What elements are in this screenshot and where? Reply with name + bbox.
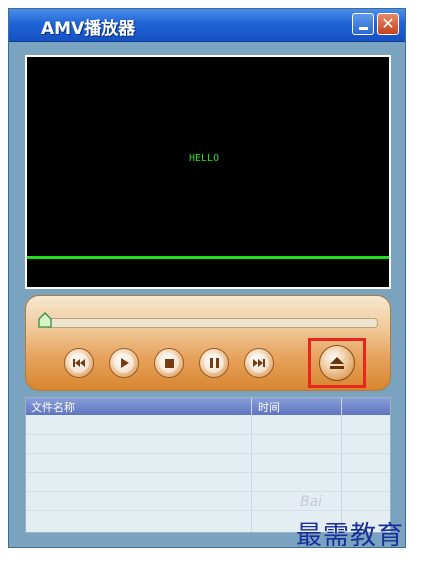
pause-button[interactable] [199, 348, 229, 378]
playlist-panel[interactable]: 文件名称 时间 [25, 397, 391, 533]
video-display[interactable]: HELLO [25, 55, 391, 289]
pause-icon [209, 358, 219, 368]
table-row [26, 472, 390, 473]
watermark-text: 最需教育 [296, 521, 405, 551]
seek-handle[interactable] [38, 312, 52, 328]
eject-icon [330, 357, 344, 369]
table-row [26, 491, 390, 492]
control-panel [25, 295, 391, 391]
window-title: AMV播放器 [41, 19, 136, 39]
table-row [26, 434, 390, 435]
table-row [26, 510, 390, 511]
column-divider [341, 398, 342, 532]
close-icon: ✕ [381, 14, 395, 33]
previous-button[interactable] [64, 348, 94, 378]
playlist-header: 文件名称 时间 [26, 398, 390, 415]
column-divider [251, 398, 252, 532]
player-window: AMV播放器 ✕ HELLO 文件名称 时间 [8, 8, 406, 548]
video-progress-line [27, 256, 389, 259]
next-button[interactable] [244, 348, 274, 378]
stop-button[interactable] [154, 348, 184, 378]
eject-highlight-box [308, 338, 366, 388]
table-row [26, 453, 390, 454]
baidu-watermark: Bai [300, 494, 323, 510]
skip-back-icon [73, 359, 85, 367]
title-bar[interactable]: AMV播放器 ✕ [9, 9, 405, 42]
video-overlay-text: HELLO [189, 153, 220, 164]
skip-forward-icon [253, 359, 265, 367]
seek-bar[interactable] [46, 318, 378, 328]
play-button[interactable] [109, 348, 139, 378]
eject-button[interactable] [319, 345, 355, 381]
minimize-icon [358, 26, 368, 30]
close-button[interactable]: ✕ [377, 13, 399, 35]
column-header-filename[interactable]: 文件名称 [31, 399, 75, 415]
minimize-button[interactable] [352, 13, 374, 35]
stop-icon [164, 358, 174, 368]
play-icon [121, 358, 129, 368]
column-header-time[interactable]: 时间 [258, 399, 280, 415]
